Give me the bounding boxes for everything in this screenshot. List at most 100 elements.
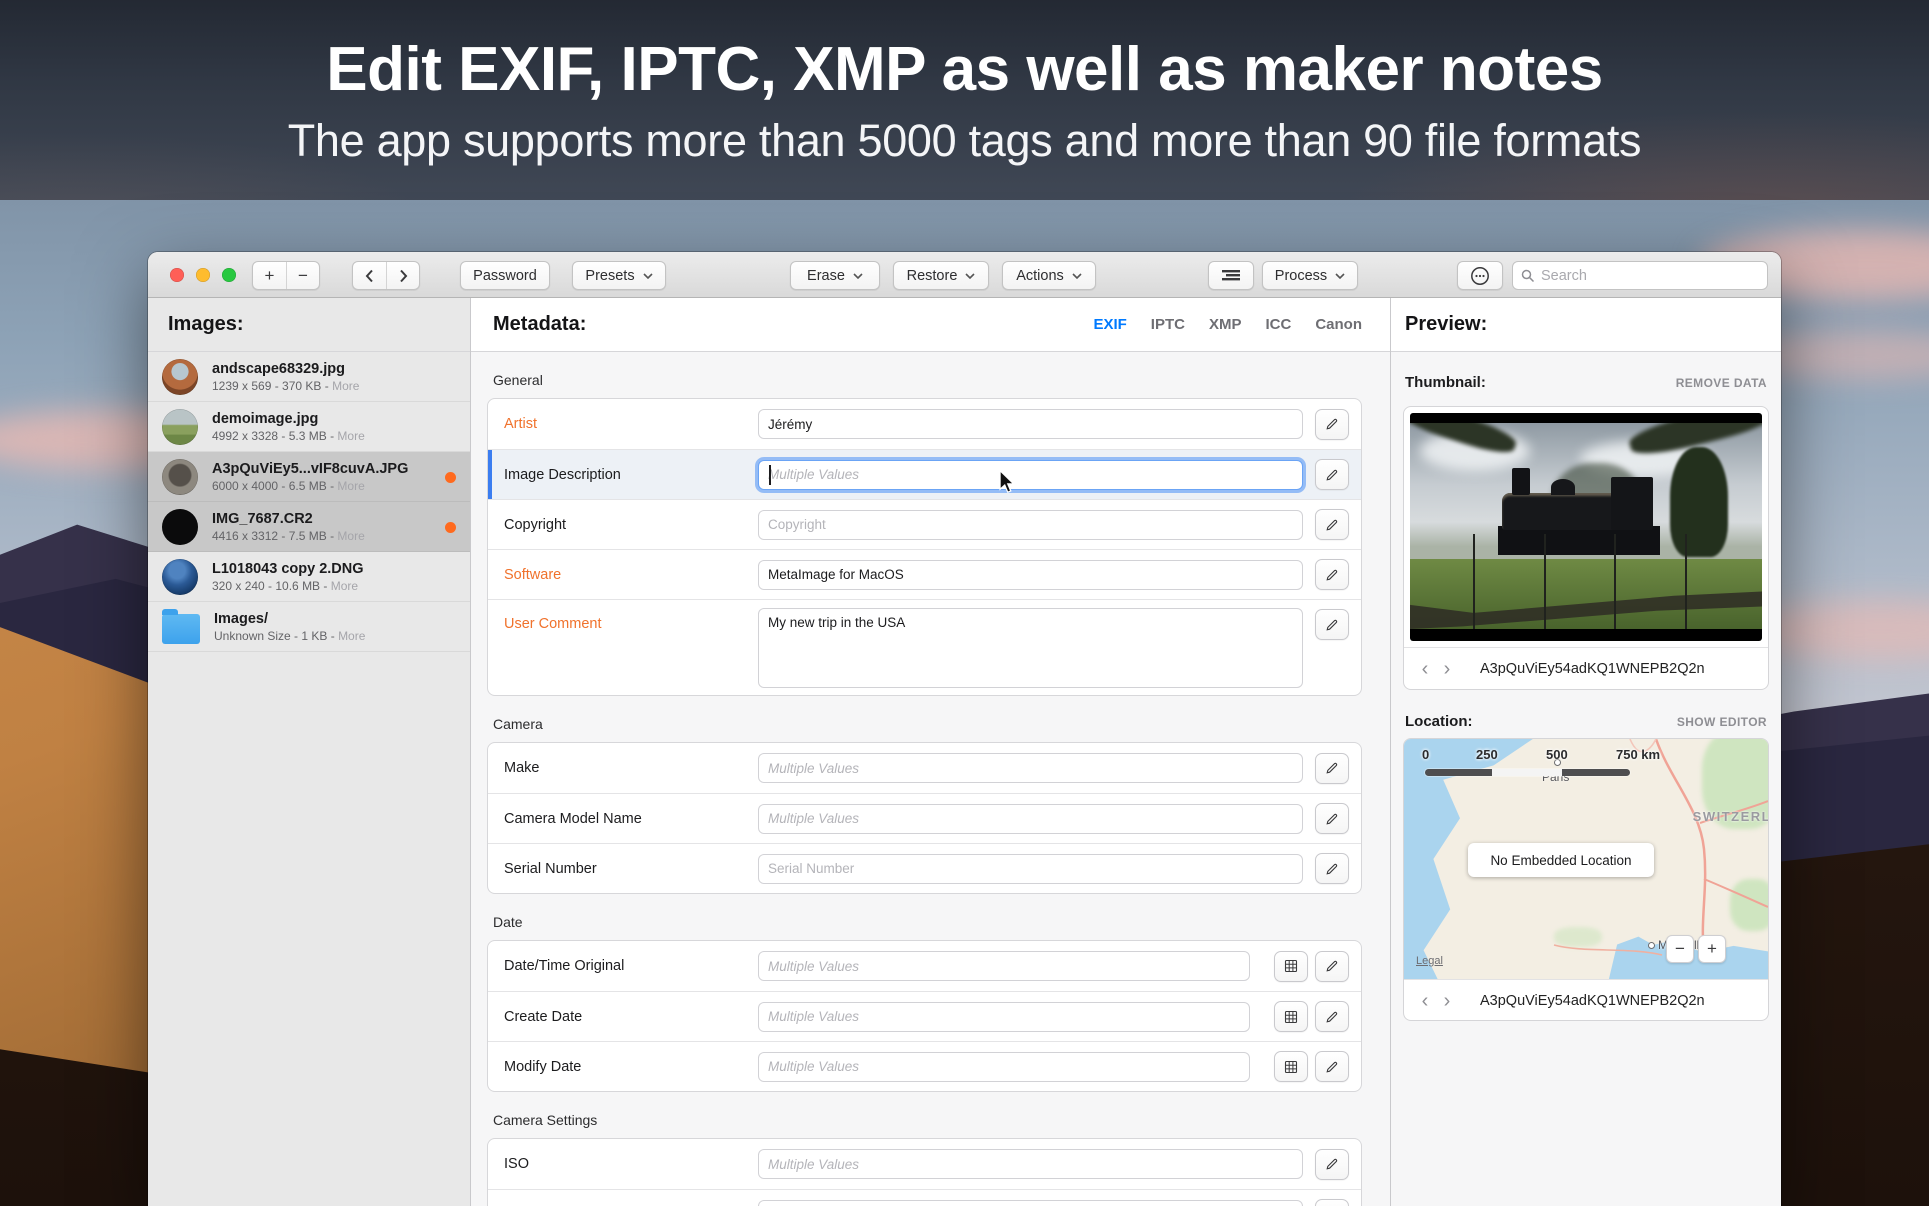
add-image-button[interactable]: + — [253, 262, 286, 289]
location-label: Location: — [1405, 713, 1473, 730]
minimize-window-button[interactable] — [196, 268, 210, 282]
field-label: Image Description — [504, 467, 758, 483]
field-label: Date/Time Original — [504, 958, 758, 974]
edit-button[interactable] — [1315, 753, 1349, 784]
show-editor-link[interactable]: SHOW EDITOR — [1677, 715, 1767, 729]
iso-input[interactable] — [758, 1149, 1303, 1179]
pencil-icon — [1325, 1157, 1339, 1171]
calendar-button[interactable] — [1274, 1001, 1308, 1032]
more-link[interactable]: More — [337, 479, 364, 493]
edit-button[interactable] — [1315, 509, 1349, 540]
create-date-input[interactable] — [758, 1002, 1250, 1032]
camera-model-input[interactable] — [758, 804, 1303, 834]
metadata-title: Metadata: — [493, 313, 586, 336]
search-input[interactable] — [1541, 268, 1741, 284]
edit-button[interactable] — [1315, 1051, 1349, 1082]
datetime-original-input[interactable] — [758, 951, 1250, 981]
edit-button[interactable] — [1315, 1149, 1349, 1180]
edit-button[interactable] — [1315, 1199, 1349, 1206]
thumbnail-image[interactable] — [1410, 413, 1762, 641]
more-link[interactable]: More — [332, 379, 359, 393]
tab-xmp[interactable]: XMP — [1209, 316, 1242, 333]
forward-button[interactable] — [386, 262, 419, 289]
edit-button[interactable] — [1315, 951, 1349, 982]
clipped-input[interactable] — [758, 1200, 1303, 1206]
edit-button[interactable] — [1315, 853, 1349, 884]
password-button[interactable]: Password — [460, 261, 550, 290]
tab-exif[interactable]: EXIF — [1093, 316, 1126, 333]
next-thumbnail-button[interactable]: › — [1436, 658, 1458, 680]
tab-canon[interactable]: Canon — [1315, 316, 1362, 333]
pencil-icon — [1325, 568, 1339, 582]
calendar-grid-icon — [1284, 1060, 1298, 1074]
screen: Edit EXIF, IPTC, XMP as well as maker no… — [0, 0, 1929, 1206]
edit-button[interactable] — [1315, 459, 1349, 490]
calendar-button[interactable] — [1274, 951, 1308, 982]
edit-button[interactable] — [1315, 559, 1349, 590]
image-list-item-selected[interactable]: IMG_7687.CR2 4416 x 3312 - 7.5 MB - More — [148, 502, 470, 552]
metadata-panel: Metadata: EXIF IPTC XMP ICC Canon Genera… — [471, 298, 1390, 1206]
image-name: A3pQuViEy5...vIF8cuvA.JPG — [212, 461, 408, 477]
user-comment-textarea[interactable]: My new trip in the USA — [758, 608, 1303, 688]
field-row-make: Make — [488, 743, 1361, 793]
view-mode-button[interactable] — [1208, 261, 1254, 290]
actions-dropdown[interactable]: Actions — [1002, 261, 1096, 290]
map-zoom-out-button[interactable]: − — [1666, 935, 1694, 963]
calendar-grid-icon — [1284, 959, 1298, 973]
image-list-item[interactable]: L1018043 copy 2.DNG 320 x 240 - 10.6 MB … — [148, 552, 470, 602]
pencil-icon — [1325, 812, 1339, 826]
remove-image-button[interactable]: − — [286, 262, 319, 289]
modify-date-input[interactable] — [758, 1052, 1250, 1082]
pencil-icon — [1325, 1060, 1339, 1074]
restore-dropdown[interactable]: Restore — [893, 261, 989, 290]
next-location-button[interactable]: › — [1436, 990, 1458, 1012]
window-toolbar: + − Password Presets Erase — [148, 252, 1781, 298]
app-window: + − Password Presets Erase — [148, 252, 1781, 1206]
more-link[interactable]: More — [337, 429, 364, 443]
edit-button[interactable] — [1315, 1001, 1349, 1032]
image-meta: 6000 x 4000 - 6.5 MB - — [212, 479, 334, 493]
field-row-iso: ISO — [488, 1139, 1361, 1189]
artist-input[interactable] — [758, 409, 1303, 439]
location-map[interactable]: Paris 0 250 500 750 km SWITZERLA No Embe… — [1404, 739, 1768, 979]
software-input[interactable] — [758, 560, 1303, 590]
search-field[interactable] — [1512, 261, 1768, 290]
map-zoom-in-button[interactable]: + — [1698, 935, 1726, 963]
image-list-item[interactable]: andscape68329.jpg 1239 x 569 - 370 KB - … — [148, 352, 470, 402]
erase-dropdown[interactable]: Erase — [790, 261, 880, 290]
add-remove-segmented-control: + − — [252, 261, 320, 290]
zoom-window-button[interactable] — [222, 268, 236, 282]
more-link[interactable]: More — [331, 579, 358, 593]
image-list-item[interactable]: demoimage.jpg 4992 x 3328 - 5.3 MB - Mor… — [148, 402, 470, 452]
previous-location-button[interactable]: ‹ — [1414, 990, 1436, 1012]
image-list-item-folder[interactable]: Images/ Unknown Size - 1 KB - More — [148, 602, 470, 652]
presets-dropdown[interactable]: Presets — [572, 261, 666, 290]
edit-button[interactable] — [1315, 609, 1349, 640]
make-input[interactable] — [758, 753, 1303, 783]
presets-label: Presets — [585, 268, 634, 284]
tab-icc[interactable]: ICC — [1265, 316, 1291, 333]
tab-iptc[interactable]: IPTC — [1151, 316, 1185, 333]
more-link[interactable]: More — [338, 629, 365, 643]
metadata-scroll-area[interactable]: General Artist Image Description — [471, 352, 1390, 1206]
serial-number-input[interactable] — [758, 854, 1303, 884]
pencil-icon — [1325, 468, 1339, 482]
banner-title: Edit EXIF, IPTC, XMP as well as maker no… — [326, 34, 1602, 105]
more-options-button[interactable] — [1457, 261, 1503, 290]
image-list-item-selected[interactable]: A3pQuViEy5...vIF8cuvA.JPG 6000 x 4000 - … — [148, 452, 470, 502]
calendar-button[interactable] — [1274, 1051, 1308, 1082]
edit-button[interactable] — [1315, 409, 1349, 440]
remove-data-link[interactable]: REMOVE DATA — [1676, 376, 1767, 390]
edit-button[interactable] — [1315, 803, 1349, 834]
chevron-down-icon — [643, 273, 653, 279]
back-button[interactable] — [353, 262, 386, 289]
image-description-input[interactable] — [758, 460, 1303, 490]
map-legal-link[interactable]: Legal — [1416, 955, 1443, 967]
images-sidebar: Images: andscape68329.jpg 1239 x 569 - 3… — [148, 298, 470, 1206]
copyright-input[interactable] — [758, 510, 1303, 540]
field-row-image-description: Image Description — [488, 449, 1361, 499]
close-window-button[interactable] — [170, 268, 184, 282]
more-link[interactable]: More — [337, 529, 364, 543]
process-dropdown[interactable]: Process — [1262, 261, 1358, 290]
previous-thumbnail-button[interactable]: ‹ — [1414, 658, 1436, 680]
